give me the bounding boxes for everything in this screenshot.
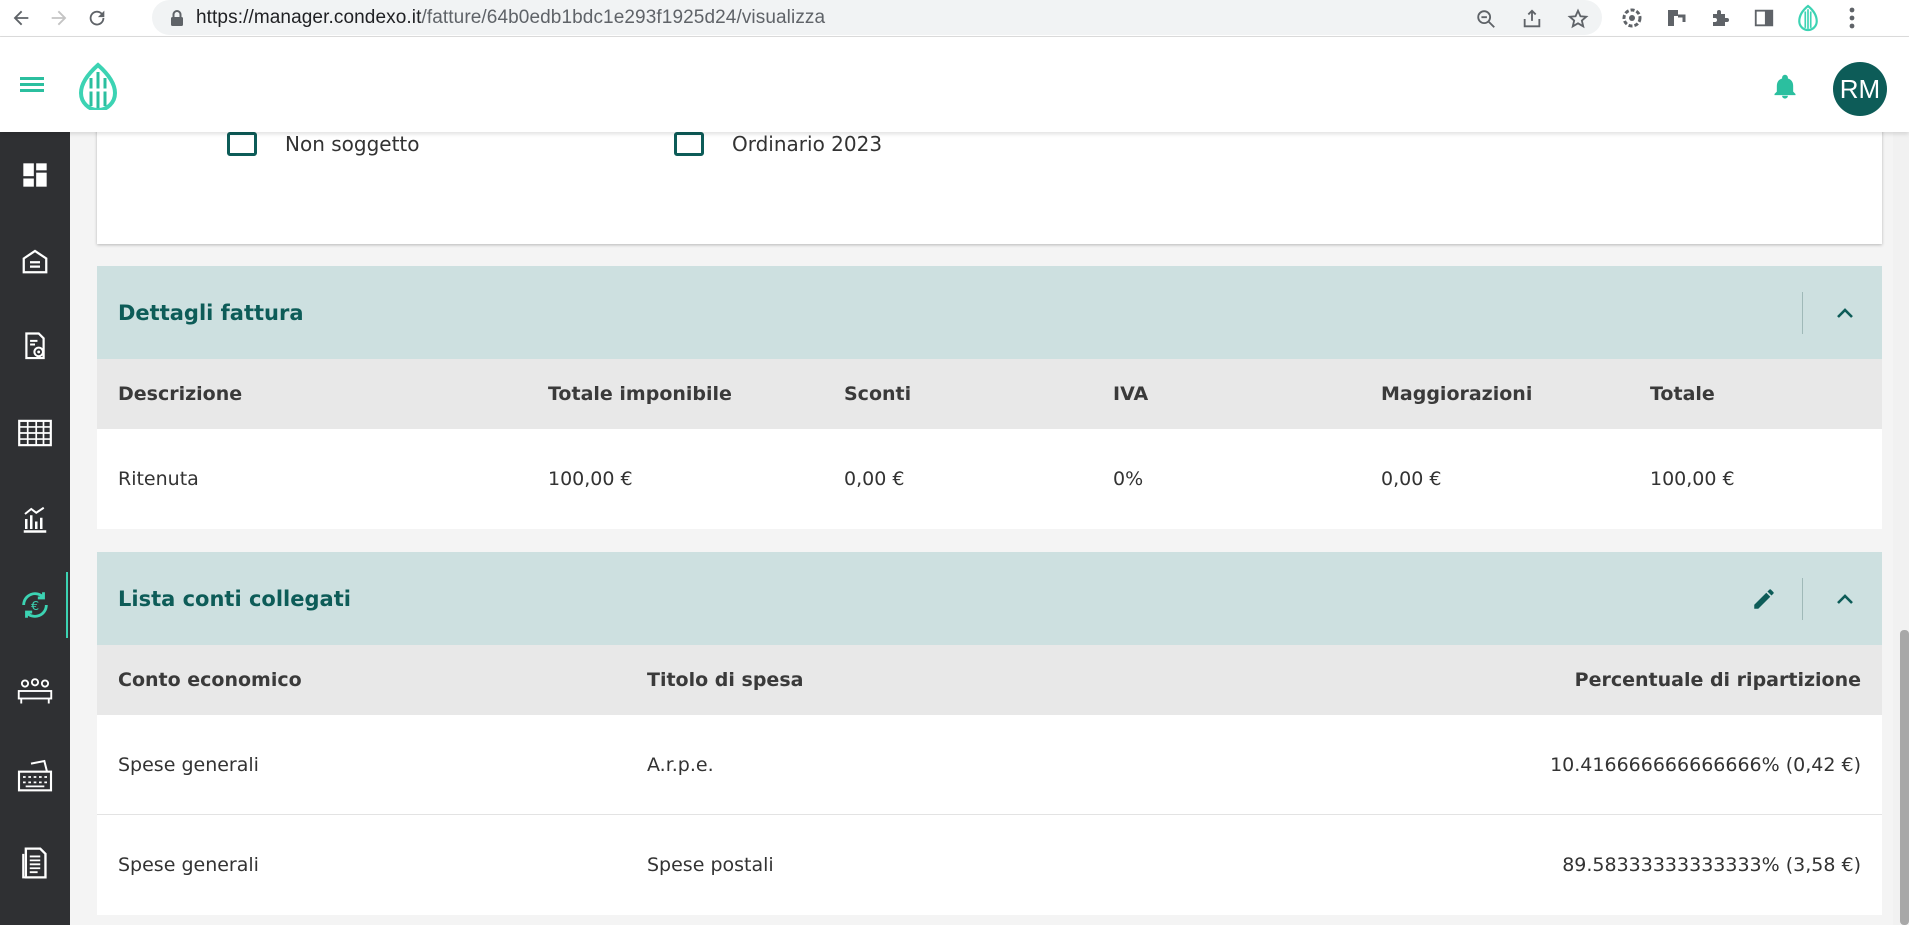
sidebar-item-tickets[interactable] (0, 734, 70, 820)
table-icon (18, 419, 52, 447)
avatar-initials: RM (1839, 73, 1881, 104)
column-header: IVA (1113, 383, 1149, 405)
table-cell: Spese generali (118, 753, 259, 776)
back-button[interactable] (6, 3, 36, 33)
more-vert-icon[interactable] (1840, 6, 1864, 30)
column-header: Conto economico (118, 669, 302, 691)
table-header: Descrizione Totale imponibile Sconti IVA… (97, 359, 1882, 429)
reload-icon (89, 10, 105, 26)
invoice-details-section: Dettagli fattura Descrizione Totale impo… (97, 266, 1882, 529)
section-title: Dettagli fattura (118, 300, 304, 325)
table-cell: Ritenuta (118, 468, 199, 490)
column-header: Totale (1650, 383, 1715, 405)
linked-accounts-section: Lista conti collegati Conto economico Ti… (97, 552, 1882, 915)
document-list-icon (22, 847, 47, 879)
svg-text:€: € (31, 599, 39, 614)
table-cell: Spese postali (647, 854, 774, 876)
table-row: Ritenuta 100,00 € 0,00 € 0% 0,00 € 100,0… (97, 429, 1882, 529)
extension-gear-icon[interactable] (1620, 6, 1644, 30)
sidebar-item-reports[interactable] (0, 476, 70, 562)
table-cell: 89.58333333333333% (3,58 €) (1562, 854, 1861, 876)
chevron-up-icon (1837, 307, 1853, 318)
app-header: RM (0, 37, 1909, 132)
main-content: Non soggetto Ordinario 2023 Dettagli fat… (70, 132, 1893, 925)
puzzle-icon[interactable] (1708, 6, 1732, 30)
sidebar: € (0, 132, 70, 925)
ticket-icon (17, 759, 53, 792)
calendar-icon (227, 132, 257, 156)
table-cell: 100,00 € (548, 468, 633, 490)
lock-icon (171, 9, 183, 26)
column-header: Sconti (844, 383, 912, 405)
table-cell: 100,00 € (1650, 468, 1735, 490)
reload-button[interactable] (82, 3, 112, 33)
column-header: Descrizione (118, 383, 243, 405)
address-bar[interactable]: https://manager.condexo.it/fatture/64b0e… (152, 0, 1602, 35)
forward-button[interactable] (44, 3, 74, 33)
divider (1802, 291, 1803, 334)
people-table-icon (17, 678, 53, 704)
browser-toolbar: https://manager.condexo.it/fatture/64b0e… (0, 0, 1909, 37)
info-item-vat: Non soggetto (227, 132, 420, 156)
table-header: Conto economico Titolo di spesa Percentu… (97, 645, 1882, 715)
extension-arrow-icon[interactable] (1664, 6, 1688, 30)
table-cell: 0,00 € (1381, 468, 1442, 490)
table-cell: 0,00 € (844, 468, 905, 490)
linked-accounts-header[interactable]: Lista conti collegati (97, 552, 1882, 645)
condexo-extension-icon[interactable] (1796, 4, 1820, 32)
side-panel-icon[interactable] (1752, 6, 1776, 30)
sidebar-item-invoices[interactable]: € (0, 562, 70, 648)
url-path: /fatture/64b0edb1bdc1e293f1925d24/visual… (421, 6, 826, 28)
document-settings-icon (25, 332, 45, 360)
table-row: Spese generali Spese postali 89.58333333… (97, 815, 1882, 915)
column-header: Maggiorazioni (1381, 383, 1533, 405)
info-item-budget: Ordinario 2023 (674, 132, 882, 156)
edit-button[interactable] (1746, 581, 1782, 617)
table-cell: Spese generali (118, 854, 259, 876)
menu-icon[interactable] (18, 73, 46, 95)
column-header: Totale imponibile (548, 383, 732, 405)
collapse-button[interactable] (1823, 291, 1867, 335)
sidebar-item-documents[interactable] (0, 304, 70, 390)
chevron-up-icon (1837, 593, 1853, 604)
pencil-icon (1754, 588, 1774, 609)
arrow-right-icon (51, 10, 67, 26)
collapse-button[interactable] (1823, 577, 1867, 621)
building-icon (22, 249, 48, 274)
table-cell: A.r.p.e. (647, 753, 714, 776)
sidebar-item-tables[interactable] (0, 390, 70, 476)
table-row: Spese generali A.r.p.e. 10.4166666666666… (97, 715, 1882, 815)
info-item-budget-text: Ordinario 2023 (732, 132, 883, 156)
bank-chart-icon (23, 506, 47, 533)
divider (1802, 577, 1803, 620)
user-avatar[interactable]: RM (1833, 62, 1887, 116)
euro-cycle-icon: € (22, 592, 48, 618)
invoice-details-header[interactable]: Dettagli fattura (97, 266, 1882, 359)
dashboard-icon (23, 163, 47, 187)
condexo-logo[interactable] (76, 62, 120, 112)
sidebar-item-registry[interactable] (0, 820, 70, 906)
calendar-icon (674, 132, 704, 156)
section-title: Lista conti collegati (118, 586, 351, 611)
share-icon[interactable] (1520, 7, 1544, 31)
url-host: https://manager.condexo.it (196, 6, 422, 28)
sidebar-item-people[interactable] (0, 648, 70, 734)
url-text: https://manager.condexo.it/fatture/64b0e… (196, 7, 825, 29)
sidebar-item-buildings[interactable] (0, 218, 70, 304)
bookmark-star-icon[interactable] (1566, 7, 1590, 31)
sidebar-item-dashboard[interactable] (0, 132, 70, 218)
invoice-info-card: Non soggetto Ordinario 2023 (97, 132, 1882, 244)
info-item-vat-text: Non soggetto (285, 132, 420, 156)
table-cell: 0% (1113, 468, 1144, 490)
table-cell: 10.416666666666666% (0,42 €) (1550, 753, 1861, 776)
zoom-icon[interactable] (1474, 7, 1498, 31)
column-header: Titolo di spesa (647, 669, 804, 691)
column-header: Percentuale di ripartizione (1574, 669, 1861, 691)
page-scrollbar-thumb[interactable] (1900, 630, 1909, 925)
notifications-bell-icon[interactable] (1771, 73, 1799, 101)
arrow-left-icon (13, 10, 29, 26)
